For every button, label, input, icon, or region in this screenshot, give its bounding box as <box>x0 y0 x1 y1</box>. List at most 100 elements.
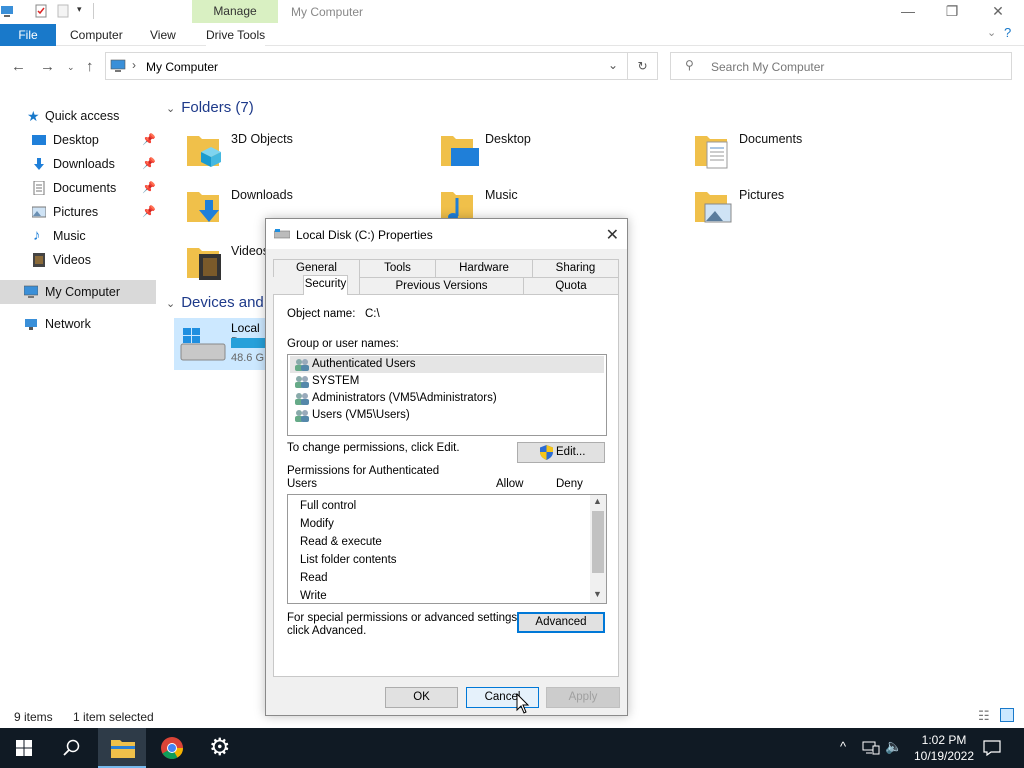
list-item[interactable]: SYSTEM <box>290 373 604 390</box>
navigation-bar: ← → ⌄ ↑ › My Computer ⌄ ↻ ⚲ Search My Co… <box>0 50 1024 84</box>
computer-icon <box>24 285 38 298</box>
list-item[interactable]: Authenticated Users <box>290 356 604 373</box>
address-path[interactable]: My Computer <box>146 60 218 74</box>
tab-previous-versions[interactable]: Previous Versions <box>359 277 524 295</box>
ok-button[interactable]: OK <box>385 687 458 708</box>
tab-drive-tools[interactable]: Drive Tools <box>206 24 266 46</box>
dialog-title: Local Disk (C:) Properties <box>296 228 433 242</box>
network-icon <box>25 319 37 330</box>
chrome-taskbar-button[interactable] <box>148 728 196 768</box>
help-icon[interactable]: ? <box>1004 25 1011 40</box>
user-name: Authenticated Users <box>312 358 416 370</box>
taskbar-clock[interactable]: 1:02 PM 10/19/2022 <box>912 732 976 764</box>
up-icon[interactable]: ↑ <box>86 58 94 75</box>
tab-view[interactable]: View <box>150 24 176 46</box>
scrollbar-thumb[interactable] <box>592 511 604 573</box>
tab-file[interactable]: File <box>0 24 56 46</box>
folder-documents-icon <box>695 136 728 169</box>
tab-tools[interactable]: Tools <box>359 259 436 277</box>
address-dropdown-icon[interactable]: ⌄ <box>608 58 618 72</box>
devices-header-text: Devices and <box>181 294 264 311</box>
user-name: Users (VM5\Users) <box>312 409 410 421</box>
sidebar-item-music[interactable]: ♪ Music <box>0 224 156 248</box>
scroll-down-icon[interactable]: ▼ <box>593 589 602 599</box>
recent-locations-icon[interactable]: ⌄ <box>67 62 75 73</box>
notifications-icon[interactable] <box>983 740 1001 756</box>
sidebar-item-pictures[interactable]: Pictures 📌 <box>0 200 156 224</box>
computer-icon <box>1 6 13 17</box>
divider <box>93 3 94 19</box>
sidebar-item-desktop[interactable]: Desktop 📌 <box>0 128 156 152</box>
sidebar-item-network[interactable]: Network <box>0 312 156 336</box>
sidebar-item-quick-access[interactable]: ★ Quick access <box>0 104 156 128</box>
search-input[interactable]: ⚲ Search My Computer <box>670 52 1012 80</box>
maximize-button[interactable]: ❐ <box>940 2 964 20</box>
folder-documents[interactable]: Documents <box>693 128 933 176</box>
properties-icon[interactable] <box>34 4 48 18</box>
permissions-scrollbar[interactable]: ▲ ▼ <box>590 495 606 603</box>
refresh-button[interactable]: ↻ <box>628 52 658 80</box>
scroll-up-icon[interactable]: ▲ <box>593 496 602 506</box>
group-names-label: Group or user names: <box>287 338 399 350</box>
minimize-button[interactable]: — <box>896 2 920 20</box>
large-icons-view-icon[interactable] <box>1000 708 1014 722</box>
sidebar-item-downloads[interactable]: Downloads 📌 <box>0 152 156 176</box>
computer-icon <box>110 59 126 72</box>
sidebar-item-documents[interactable]: Documents 📌 <box>0 176 156 200</box>
drive-local-disk[interactable]: Local D 48.6 G <box>174 318 266 370</box>
edit-button[interactable]: Edit... <box>517 442 605 463</box>
special-permissions-text-line2: click Advanced. <box>287 625 367 637</box>
network-status-icon[interactable] <box>862 741 880 755</box>
chrome-icon <box>161 737 183 759</box>
folders-group-header[interactable]: ⌄ Folders (7) <box>166 99 254 116</box>
devices-group-header[interactable]: ⌄ Devices and <box>166 294 264 311</box>
volume-icon[interactable]: 🔈 <box>885 738 902 755</box>
status-bar: 9 items 1 item selected ☷ <box>0 706 1024 728</box>
list-item[interactable]: Users (VM5\Users) <box>290 407 604 424</box>
folder-3d-objects[interactable]: 3D Objects <box>185 128 425 176</box>
search-taskbar-button[interactable] <box>48 728 96 768</box>
tab-hardware[interactable]: Hardware <box>435 259 533 277</box>
tab-computer[interactable]: Computer <box>70 24 123 46</box>
edit-button-label: Edit... <box>556 446 586 458</box>
start-button[interactable] <box>0 728 48 768</box>
new-folder-icon[interactable] <box>56 4 70 18</box>
users-icon <box>295 376 309 388</box>
sidebar-item-label: Network <box>45 317 91 331</box>
taskbar: ⚙ ^ 🔈 1:02 PM 10/19/2022 <box>0 728 1024 768</box>
sidebar-item-my-computer[interactable]: My Computer <box>0 280 156 304</box>
clock-time: 1:02 PM <box>921 733 967 747</box>
back-icon[interactable]: ← <box>11 58 26 75</box>
show-hidden-icons-icon[interactable]: ^ <box>840 739 846 754</box>
close-button[interactable]: ✕ <box>986 2 1010 20</box>
sidebar-item-videos[interactable]: Videos <box>0 248 156 272</box>
tab-quota[interactable]: Quota <box>523 277 619 295</box>
user-name: Administrators (VM5\Administrators) <box>312 392 497 404</box>
apply-button: Apply <box>546 687 620 708</box>
file-explorer-taskbar-button[interactable] <box>98 728 146 768</box>
folder-3d-objects-icon <box>187 136 221 167</box>
list-item[interactable]: Administrators (VM5\Administrators) <box>290 390 604 407</box>
expand-ribbon-icon[interactable]: ⌄ <box>987 26 996 39</box>
settings-taskbar-button[interactable]: ⚙ <box>197 728 245 768</box>
tab-sharing[interactable]: Sharing <box>532 259 619 277</box>
manage-context-tab[interactable]: Manage <box>192 0 278 23</box>
search-icon <box>63 739 80 756</box>
chevron-down-icon: ⌄ <box>166 298 176 310</box>
permissions-list[interactable]: Full control Modify Read & execute List … <box>287 494 607 604</box>
object-name-label: Object name: <box>287 308 356 320</box>
details-view-icon[interactable]: ☷ <box>978 708 990 724</box>
permission-row: Read <box>300 572 328 584</box>
advanced-button[interactable]: Advanced <box>517 612 605 633</box>
pin-icon: 📌 <box>142 182 156 194</box>
desktop-icon <box>32 135 46 145</box>
dialog-close-icon[interactable]: ✕ <box>606 225 619 245</box>
permission-row: Write <box>300 590 327 602</box>
tab-security[interactable]: Security <box>303 275 348 295</box>
folder-desktop[interactable]: Desktop <box>439 128 679 176</box>
forward-icon[interactable]: → <box>40 58 55 75</box>
address-bar[interactable]: › My Computer ⌄ <box>105 52 628 80</box>
folder-pictures[interactable]: Pictures <box>693 184 933 232</box>
customize-toolbar-icon[interactable]: ▾ <box>77 4 82 15</box>
title-bar: ▾ Manage My Computer — ❐ ✕ <box>0 0 1024 24</box>
